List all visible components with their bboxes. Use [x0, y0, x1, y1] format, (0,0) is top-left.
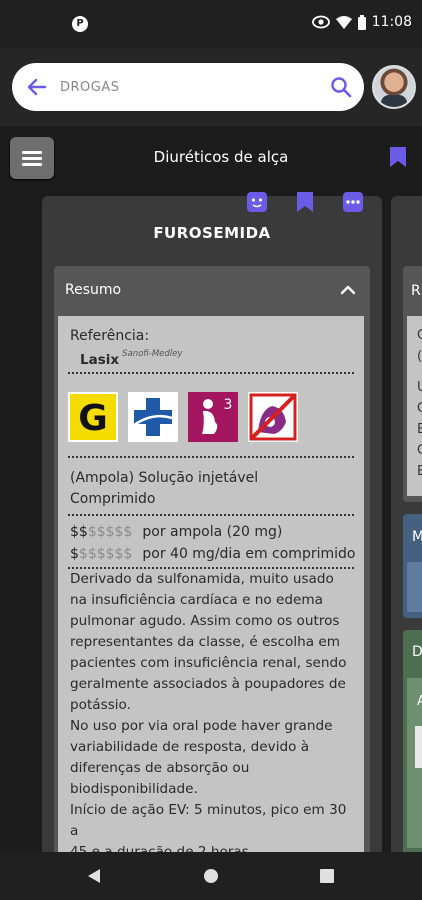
next-card-blue-section: M [403, 514, 422, 618]
next-card-char: C [417, 443, 422, 458]
home-circle-icon[interactable] [203, 868, 219, 884]
divider [68, 372, 354, 374]
next-card-panel: C ( U C E C E [407, 316, 422, 496]
clock: 11:08 [371, 14, 412, 30]
reference-label: Referência: [70, 328, 150, 344]
price-level-filled: $$ [70, 524, 88, 540]
toolbar: Diuréticos de alça [0, 126, 422, 192]
avatar[interactable] [372, 65, 416, 109]
price-description: por 40 mg/dia em comprimido [142, 546, 356, 562]
price-row: $$$$$$$ por ampola (20 mg) [70, 521, 282, 543]
next-card-green-section: D A [403, 630, 422, 856]
pharmacy-cross-icon [128, 392, 178, 442]
description-line: representantes da classe, é escolha em [70, 634, 340, 650]
summary-section-header[interactable]: Resumo [54, 266, 370, 316]
emoji-icon[interactable] [247, 192, 267, 214]
next-card-section-label: R [411, 283, 421, 299]
pregnant-woman-icon: 3 [188, 392, 238, 442]
divider [68, 514, 354, 516]
description-line: variabilidade de resposta, devido à [70, 739, 310, 755]
next-card-section-label: M [412, 529, 422, 545]
no-breastfeeding-icon [248, 392, 298, 442]
battery-icon [357, 14, 366, 30]
next-card-section-label: D [412, 644, 422, 660]
pregnancy-category-number: 3 [224, 397, 233, 413]
recents-square-icon[interactable] [319, 868, 335, 884]
next-card-summary-section: R C ( U C E C E [403, 266, 422, 502]
bookmark-icon[interactable] [296, 192, 314, 214]
eye-icon [311, 15, 330, 29]
next-card-panel [407, 562, 422, 612]
next-card-char: U [417, 380, 422, 395]
description-line: No uso por via oral pode haver grande [70, 718, 333, 734]
price-level-empty: $$$$$$ [78, 546, 133, 562]
generic-letter: G [78, 398, 108, 439]
price-description: por ampola (20 mg) [142, 524, 283, 540]
manufacturer-name: Sanofi-Medley [122, 349, 183, 359]
page-title: Diuréticos de alça [153, 148, 289, 166]
description-line: Derivado da sulfonamida, muito usado [70, 571, 334, 587]
price-row: $$$$$$$ por 40 mg/dia em comprimido [70, 543, 355, 565]
description-line: geralmente associados à poupadores de [70, 676, 346, 692]
status-bar: P 11:08 [0, 0, 422, 48]
generic-badge[interactable]: G [68, 392, 118, 442]
next-card-char: E [417, 422, 422, 437]
hamburger-icon [22, 151, 42, 154]
next-card-char: ( [417, 349, 422, 364]
pharmacy-badge[interactable] [128, 392, 178, 442]
description-line: pacientes com insuficiência renal, sendo [70, 655, 347, 671]
drug-title: FUROSEMIDA [153, 224, 271, 242]
divider [68, 456, 354, 458]
section-label: Resumo [65, 282, 122, 298]
drug-card: FUROSEMIDA Resumo Referência: Lasix Sanof… [42, 192, 382, 876]
description-line: diferenças de absorção ou [70, 760, 250, 776]
brand-name: Lasix [80, 352, 120, 368]
menu-button[interactable] [10, 137, 54, 179]
description-line: pulmonar agudo. Assim como os outros [70, 613, 340, 629]
forms-list: (Ampola) Solução injetável Comprimido [70, 468, 258, 510]
price-level-filled: $ [70, 546, 79, 562]
next-card-char: A [417, 694, 422, 709]
app-notification-icon: P [72, 16, 88, 32]
next-card-inner-box [415, 726, 422, 768]
more-icon[interactable] [343, 192, 363, 214]
search-icon[interactable] [330, 76, 352, 98]
description-line: na insuficiência cardíaca e no edema [70, 592, 323, 608]
next-card-char: C [417, 328, 422, 343]
next-card-char: E [417, 464, 422, 479]
back-triangle-icon[interactable] [86, 868, 102, 884]
search-input[interactable] [60, 75, 320, 99]
chevron-up-icon[interactable] [340, 284, 356, 296]
next-card-char: C [417, 401, 422, 416]
hamburger-icon-line [22, 157, 42, 160]
drug-description: Derivado da sulfonamida, muito usado na … [70, 569, 354, 863]
summary-panel: Referência: Lasix Sanofi-Medley G 3 (Amp… [58, 316, 364, 876]
system-nav-bar [0, 852, 422, 900]
arrow-left-icon[interactable] [26, 76, 48, 98]
pregnancy-category-badge[interactable]: 3 [188, 392, 238, 442]
breastfeeding-badge[interactable] [248, 392, 298, 442]
search-box [12, 63, 364, 111]
hamburger-icon-line [22, 163, 42, 166]
description-line: Início de ação EV: 5 minutos, pico em 30… [70, 802, 347, 839]
app-screen: P 11:08 Diuréticos de alça R C ( [0, 0, 422, 900]
wifi-icon [335, 16, 352, 29]
description-line: biodisponibilidade. [70, 781, 198, 797]
price-level-empty: $$$$$ [87, 524, 133, 540]
summary-section: Resumo Referência: Lasix Sanofi-Medley G … [54, 266, 370, 876]
description-line: potássio. [70, 697, 131, 713]
form-item: (Ampola) Solução injetável [70, 470, 259, 486]
generic-icon: G [70, 394, 116, 440]
form-item: Comprimido [70, 491, 156, 507]
search-header [0, 48, 422, 126]
reference-brand: Lasix Sanofi-Medley [80, 349, 182, 368]
badge-row: G 3 [68, 392, 298, 442]
bookmark-icon[interactable] [389, 146, 407, 168]
